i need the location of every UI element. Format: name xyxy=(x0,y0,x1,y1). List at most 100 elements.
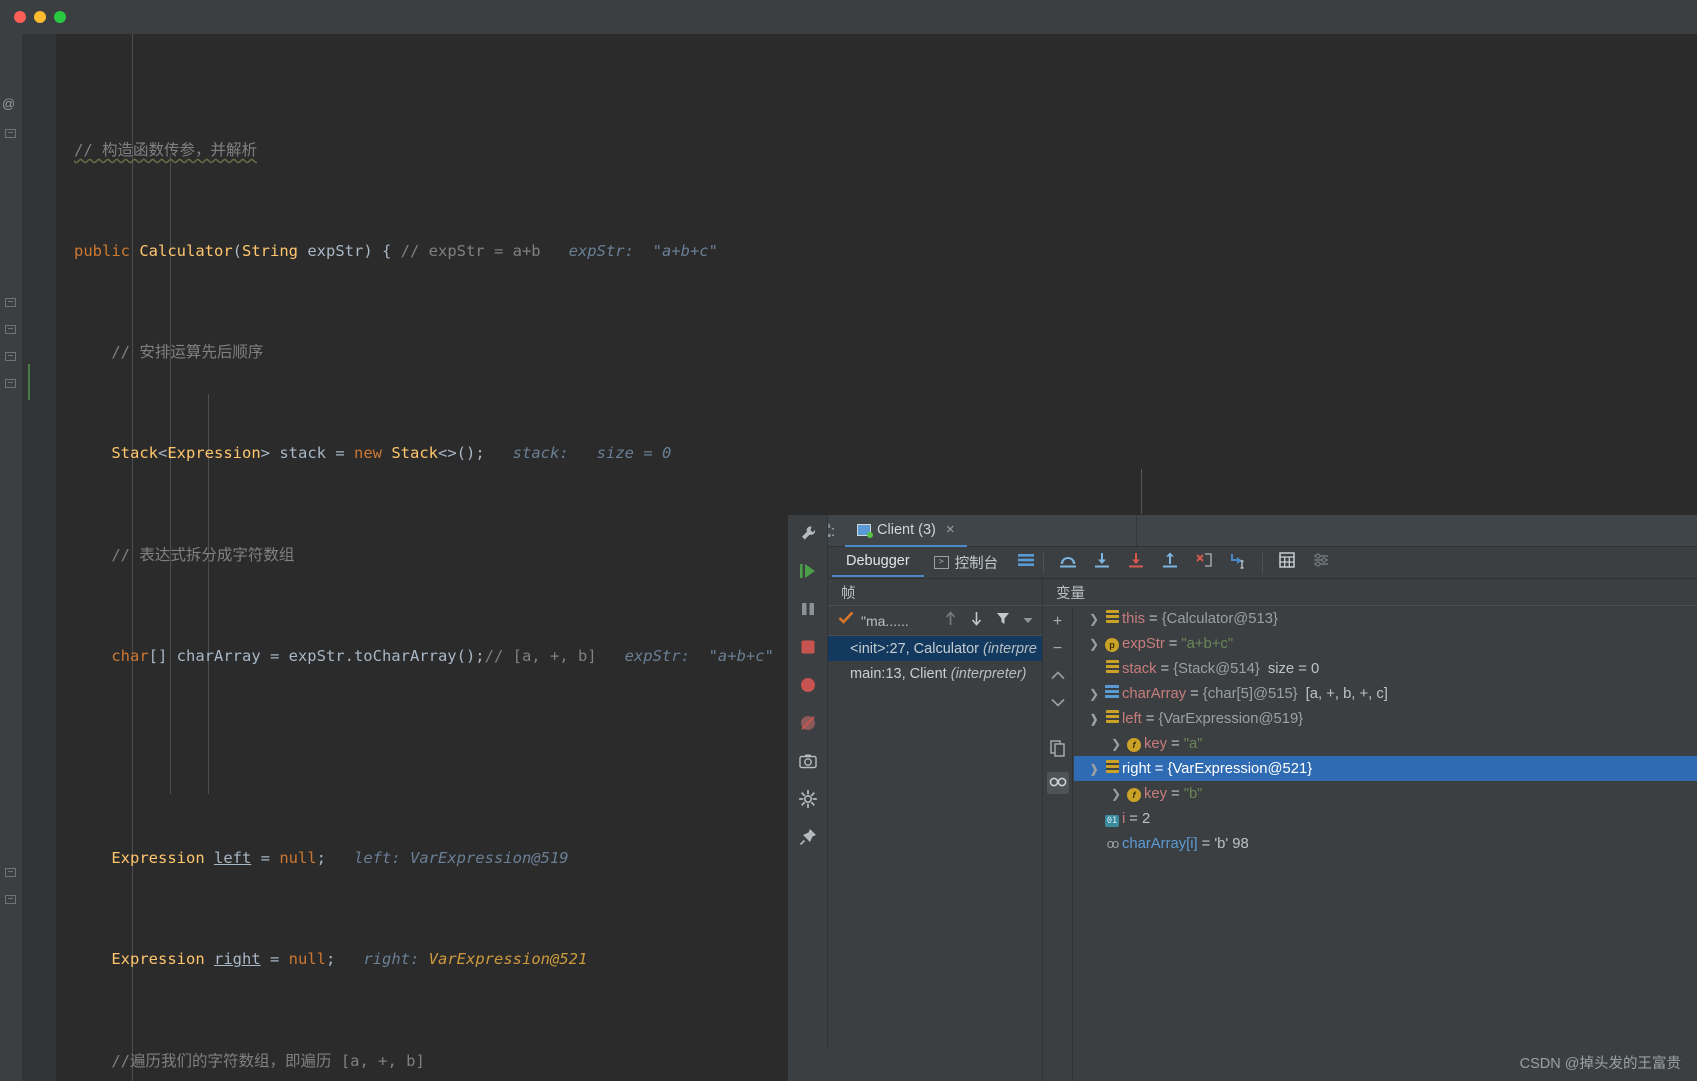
layout-settings-button[interactable] xyxy=(1016,552,1036,573)
move-down-button[interactable] xyxy=(1050,695,1065,711)
step-over-button[interactable] xyxy=(1051,551,1085,574)
tab-console[interactable]: > 控制台 xyxy=(924,552,1009,573)
variables-tree[interactable]: ❯ this = {Calculator@513} ❯ p expStr = "… xyxy=(1074,606,1697,856)
variable-value: {VarExpression@521} xyxy=(1167,760,1313,777)
variable-value: {Calculator@513} xyxy=(1161,610,1278,627)
frame-suffix: (interpre xyxy=(983,640,1037,657)
code-line[interactable]: Stack<Expression> stack = new Stack<>();… xyxy=(56,441,1697,466)
collapse-chevron-icon[interactable]: ❱ xyxy=(1086,762,1102,776)
view-breakpoints-button[interactable] xyxy=(796,673,820,697)
variable-row[interactable]: ❱ left = {VarExpression@519} xyxy=(1074,706,1697,731)
pause-button[interactable] xyxy=(796,597,820,621)
variables-header: 变量 xyxy=(1043,579,1697,606)
expand-chevron-icon[interactable]: ❯ xyxy=(1086,612,1102,626)
vcs-change-marker xyxy=(28,364,30,400)
force-step-into-icon xyxy=(1129,553,1144,568)
debug-side-toolbar xyxy=(788,515,828,1050)
variables-side-toolbar: + − xyxy=(1043,606,1073,1081)
frame-item[interactable]: <init>:27, Calculator (interpre xyxy=(828,636,1042,661)
maximize-window-button[interactable] xyxy=(54,11,66,23)
step-into-button[interactable] xyxy=(1085,551,1119,574)
expand-chevron-icon[interactable]: ❯ xyxy=(1086,687,1102,701)
frame-down-button[interactable] xyxy=(967,611,986,631)
variable-name: right xyxy=(1122,760,1151,777)
screenshot-button[interactable] xyxy=(796,749,820,773)
variable-row[interactable]: ❯ this = {Calculator@513} xyxy=(1074,606,1697,631)
variable-name: expStr xyxy=(1122,635,1165,652)
variable-row[interactable]: ❯ p expStr = "a+b+c" xyxy=(1074,631,1697,656)
field-icon: f xyxy=(1124,736,1144,752)
expand-chevron-icon[interactable]: ❯ xyxy=(1108,737,1124,751)
copy-value-button[interactable] xyxy=(1049,740,1066,761)
debug-tool-window: 调试: Client (3) × Debugger > 控制台 xyxy=(787,514,1697,1081)
run-to-cursor-button[interactable] xyxy=(1221,551,1255,574)
code-text: // 构造函数传参，并解析 xyxy=(74,140,257,159)
pause-icon xyxy=(802,603,814,615)
expand-chevron-icon[interactable]: ❯ xyxy=(1108,787,1124,801)
frame-up-button[interactable] xyxy=(941,610,960,631)
inline-watches-button[interactable] xyxy=(1046,772,1069,794)
wrench-icon xyxy=(801,525,815,539)
debug-panes: 帧 "ma...... <init>:27, Calculator (inter… xyxy=(828,579,1697,1081)
step-out-icon xyxy=(1163,552,1178,568)
filter-settings-button[interactable] xyxy=(1304,552,1338,573)
remove-watch-button[interactable]: − xyxy=(1053,641,1062,657)
frame-label: <init>:27, Calculator xyxy=(850,640,979,657)
drop-frame-button[interactable] xyxy=(1187,551,1221,574)
variable-extra: [a, +, b, +, c] xyxy=(1305,685,1388,702)
minimize-window-button[interactable] xyxy=(34,11,46,23)
add-watch-button[interactable]: + xyxy=(1053,614,1062,630)
chevron-down-icon[interactable] xyxy=(1020,612,1036,630)
variable-row[interactable]: ❯ f key = "a" xyxy=(1074,731,1697,756)
debug-session-tab-label: Client (3) xyxy=(877,521,936,538)
collapse-chevron-icon[interactable]: ❱ xyxy=(1086,712,1102,726)
array-icon xyxy=(1102,685,1122,702)
variable-name: key xyxy=(1144,735,1168,752)
object-icon xyxy=(1102,760,1122,777)
wrench-button[interactable] xyxy=(796,521,820,545)
settings-button[interactable] xyxy=(796,787,820,811)
traffic-lights xyxy=(14,11,66,23)
close-window-button[interactable] xyxy=(14,11,26,23)
expand-chevron-icon[interactable]: ❯ xyxy=(1086,637,1102,651)
variable-row[interactable]: ❯ f key = "b" xyxy=(1074,781,1697,806)
watch-row[interactable]: ❯ oo charArray[i] = 'b' 98 xyxy=(1074,831,1697,856)
variable-row[interactable]: ❯ 01 i = 2 xyxy=(1074,806,1697,831)
variable-row[interactable]: ❯ stack = {Stack@514} size = 0 xyxy=(1074,656,1697,681)
stop-button[interactable] xyxy=(796,635,820,659)
frame-label: main:13, Client xyxy=(850,665,947,682)
resume-button[interactable] xyxy=(796,559,820,583)
variable-value: {VarExpression@519} xyxy=(1158,710,1304,727)
filter-icon[interactable] xyxy=(993,611,1013,630)
debug-session-tab[interactable]: Client (3) × xyxy=(845,515,967,547)
code-line[interactable]: // 安排运算先后顺序 xyxy=(56,340,1697,365)
frames-header: 帧 xyxy=(828,579,1042,606)
object-icon xyxy=(1102,660,1122,677)
frame-item[interactable]: main:13, Client (interpreter) xyxy=(828,661,1042,686)
pin-icon xyxy=(799,829,816,846)
variable-row[interactable]: ❯ charArray = {char[5]@515} [a, +, b, +,… xyxy=(1074,681,1697,706)
move-up-button[interactable] xyxy=(1050,668,1065,684)
thread-selector[interactable]: "ma...... xyxy=(828,606,1042,636)
close-icon[interactable]: × xyxy=(946,521,955,538)
step-out-button[interactable] xyxy=(1153,551,1187,574)
pin-button[interactable] xyxy=(796,825,820,849)
mute-breakpoints-button[interactable] xyxy=(796,711,820,735)
editor-gutter[interactable] xyxy=(22,34,56,1081)
editor-left-rail: @ xyxy=(0,34,22,1081)
stop-icon xyxy=(801,640,815,654)
code-text: // 安排运算先后顺序 xyxy=(111,343,264,362)
toolbar-divider xyxy=(1262,552,1264,573)
tab-debugger[interactable]: Debugger xyxy=(832,548,924,577)
code-line[interactable]: // 构造函数传参，并解析 xyxy=(56,138,1697,163)
variable-row-selected[interactable]: ❱ right = {VarExpression@521} xyxy=(1074,756,1697,781)
annotation-icon: @ xyxy=(2,96,16,111)
window-titlebar xyxy=(0,0,1697,34)
code-line[interactable]: public Calculator(String expStr) { // ex… xyxy=(56,239,1697,264)
layout-icon xyxy=(1018,554,1035,566)
variable-name: i xyxy=(1122,810,1126,827)
evaluate-expression-button[interactable] xyxy=(1270,551,1304,574)
variable-value: "a+b+c" xyxy=(1181,635,1234,652)
code-text: //遍历我们的字符数组，即遍历 [a, +, b] xyxy=(111,1051,425,1070)
force-step-into-button[interactable] xyxy=(1119,551,1153,574)
